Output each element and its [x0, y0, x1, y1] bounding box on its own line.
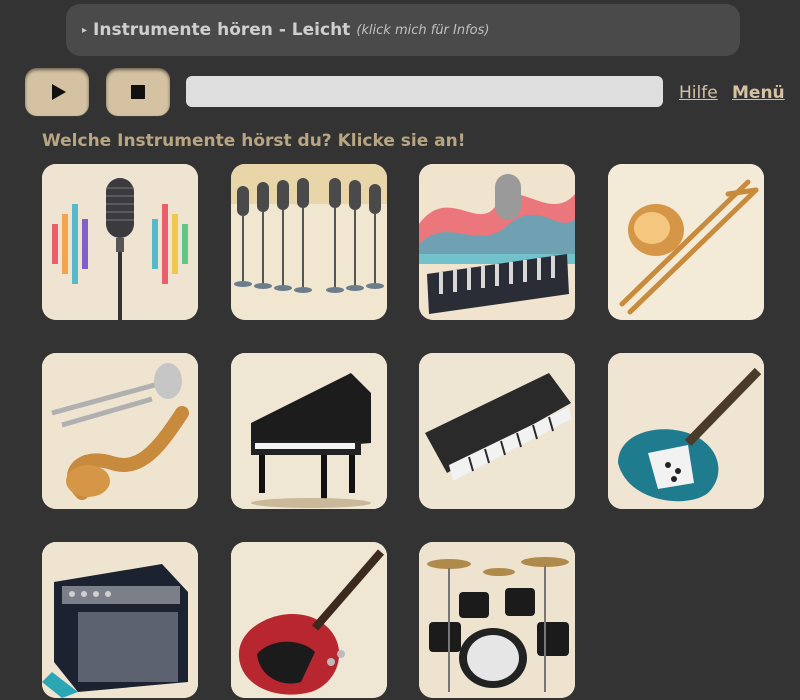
page-title: Instrumente hören - Leicht	[93, 20, 351, 40]
instrument-tile-electric-guitar[interactable]	[608, 353, 764, 509]
microphones-icon	[231, 164, 387, 320]
drum-kit-icon	[419, 542, 575, 698]
grand-piano-icon	[231, 353, 387, 509]
instrument-tile-amplifier[interactable]	[42, 542, 198, 698]
trumpet-saxophone-icon	[42, 353, 198, 509]
trombone-icon	[608, 164, 764, 320]
instrument-tile-synthesizer[interactable]	[419, 353, 575, 509]
instrument-tile-bass-guitar[interactable]	[231, 542, 387, 698]
amplifier-icon	[42, 542, 198, 698]
stop-icon	[131, 85, 145, 99]
info-hint: (klick mich für Infos)	[356, 22, 490, 38]
keyboard-icon	[419, 353, 575, 509]
instrument-tile-drums[interactable]	[419, 542, 575, 698]
instrument-tile-brass[interactable]	[42, 353, 198, 509]
instrument-tile-trombone[interactable]	[608, 164, 764, 320]
electric-guitar-icon	[608, 353, 764, 509]
menu-link[interactable]: Menü	[732, 83, 785, 103]
bass-guitar-icon	[231, 542, 387, 698]
question-heading: Welche Instrumente hörst du? Klicke sie …	[42, 131, 466, 151]
audio-progress-bar[interactable]	[186, 76, 663, 107]
info-toggle[interactable]: ▸ Instrumente hören - Leicht (klick mich…	[66, 4, 740, 56]
instrument-tile-microphone[interactable]	[42, 164, 198, 320]
stop-button[interactable]	[106, 68, 170, 116]
instrument-tile-grand-piano[interactable]	[231, 353, 387, 509]
instrument-tile-choir-microphones[interactable]	[231, 164, 387, 320]
disclosure-arrow-icon: ▸	[82, 24, 88, 36]
microphone-icon	[42, 164, 198, 320]
instrument-tile-mixer[interactable]	[419, 164, 575, 320]
play-button[interactable]	[25, 68, 89, 116]
play-icon	[51, 84, 66, 100]
help-link[interactable]: Hilfe	[679, 83, 718, 103]
mixing-console-icon	[419, 164, 575, 320]
